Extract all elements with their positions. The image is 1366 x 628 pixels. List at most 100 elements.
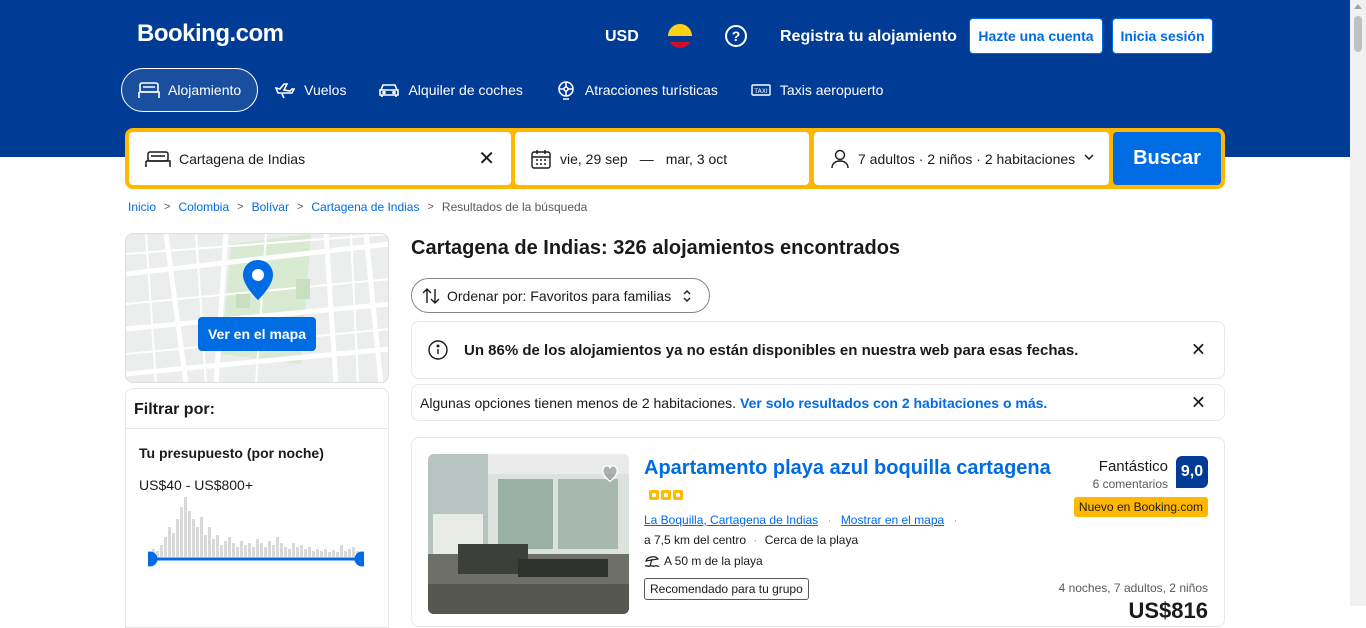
property-card: Apartamento playa azul boquilla cartagen… [411, 437, 1225, 627]
checkin-date: vie, 29 sep [560, 150, 628, 167]
plane-icon [274, 83, 296, 99]
breadcrumb: Inicio > Colombia > Bolívar > Cartagena … [128, 200, 587, 214]
close-icon[interactable]: ✕ [1191, 392, 1206, 413]
stay-details: 4 noches, 7 adultos, 2 niños [1058, 581, 1208, 595]
beach-distance-text: A 50 m de la playa [664, 554, 763, 568]
nav-item-attractions[interactable]: Atracciones turísticas [539, 68, 734, 112]
beach-icon [644, 556, 660, 567]
slider-max-handle[interactable] [354, 551, 365, 567]
currency-selector[interactable]: USD [605, 28, 639, 46]
favorite-heart-icon[interactable] [599, 462, 621, 484]
guests-value: 7 adultos · 2 niños · 2 habitaciones [858, 150, 1076, 167]
price-histogram [148, 497, 359, 557]
page-scrollbar[interactable] [1350, 0, 1366, 606]
review-score-badge[interactable]: 9,0 [1176, 456, 1208, 488]
review-count[interactable]: 6 comentarios [1093, 477, 1168, 491]
booking-logo[interactable]: Booking.com [137, 20, 284, 48]
separator-dot: · [827, 513, 832, 527]
checkout-date: mar, 3 oct [665, 150, 728, 167]
chevron-right-icon: > [296, 201, 304, 213]
bed-icon [145, 150, 171, 167]
destination-value: Cartagena de Indias [179, 150, 306, 167]
svg-text:TAXI: TAXI [753, 88, 767, 95]
price-slider[interactable] [148, 551, 364, 567]
car-icon [379, 84, 400, 97]
register-property-link[interactable]: Registra tu alojamiento [780, 28, 957, 46]
location-link[interactable]: La Boquilla, Cartagena de Indias [644, 513, 818, 527]
help-icon[interactable]: ? [725, 25, 747, 47]
nav-item-airport-taxis[interactable]: TAXI Taxis aeropuerto [734, 68, 900, 112]
clear-destination-icon[interactable]: ✕ [478, 146, 495, 171]
nav-label-flights: Vuelos [304, 82, 347, 98]
new-on-booking-badge: Nuevo en Booking.com [1073, 497, 1208, 517]
nav-label-attractions: Atracciones turísticas [584, 82, 718, 98]
map-pin-icon [243, 260, 273, 300]
star-icon [649, 490, 659, 500]
chevron-right-icon: > [427, 201, 434, 213]
separator-dot: · [753, 533, 758, 547]
rooms-notice: Algunas opciones tienen menos de 2 habit… [411, 384, 1225, 421]
sort-icon [422, 287, 440, 304]
recommended-badge: Recomendado para tu grupo [644, 578, 809, 600]
map-background [126, 234, 388, 382]
chevron-right-icon: > [164, 201, 171, 213]
beach-near: Cerca de la playa [764, 533, 859, 547]
taxi-icon: TAXI [751, 84, 771, 96]
property-image[interactable] [428, 454, 629, 614]
nav-item-car-rental[interactable]: Alquiler de coches [362, 68, 538, 112]
results-title: Cartagena de Indias: 326 alojamientos en… [411, 237, 901, 259]
star-icon [673, 490, 683, 500]
date-field[interactable]: vie, 29 sep — mar, 3 oct [515, 132, 809, 185]
separator-dot: · [953, 513, 958, 527]
nav-item-flights[interactable]: Vuelos [258, 68, 362, 112]
signin-button[interactable]: Inicia sesión [1112, 18, 1213, 54]
nav-item-stays[interactable]: Alojamiento [121, 68, 259, 112]
availability-banner: Un 86% de los alojamientos ya no están d… [411, 321, 1225, 379]
person-icon [831, 149, 849, 168]
show-on-map-link[interactable]: Mostrar en el mapa [841, 513, 944, 527]
property-location: La Boquilla, Cartagena de Indias · Mostr… [644, 513, 964, 527]
breadcrumb-region[interactable]: Bolívar [252, 200, 289, 214]
star-rating [649, 490, 683, 500]
scroll-up-arrow-icon[interactable] [1354, 4, 1362, 9]
chevron-right-icon: > [237, 201, 244, 213]
availability-text: Un 86% de los alojamientos ya no están d… [464, 341, 1079, 359]
attractions-icon [558, 81, 574, 100]
sort-label: Ordenar por: Favoritos para familias [447, 287, 672, 304]
nav-label-car-rental: Alquiler de coches [408, 82, 523, 98]
guests-field[interactable]: 7 adultos · 2 niños · 2 habitaciones [814, 132, 1109, 185]
chevron-down-icon [1083, 150, 1095, 166]
colombia-flag-icon[interactable] [668, 24, 692, 48]
review-score-word: Fantástico [1098, 458, 1168, 475]
breadcrumb-home[interactable]: Inicio [128, 200, 156, 214]
scrollbar-thumb[interactable] [1354, 16, 1362, 52]
budget-range: US$40 - US$800+ [139, 477, 254, 493]
date-separator: — [639, 150, 654, 167]
search-bar: Cartagena de Indias ✕ vie, 29 sep — mar,… [125, 128, 1225, 189]
show-on-map-button[interactable]: Ver en el mapa [198, 317, 316, 351]
distance-info: a 7,5 km del centro · Cerca de la playa [644, 533, 858, 547]
breadcrumb-country[interactable]: Colombia [178, 200, 229, 214]
property-title[interactable]: Apartamento playa azul boquilla cartagen… [644, 457, 1051, 480]
breadcrumb-city[interactable]: Cartagena de Indias [311, 200, 419, 214]
nav-label-stays: Alojamiento [168, 82, 242, 98]
nav-label-airport-taxis: Taxis aeropuerto [779, 82, 884, 98]
budget-title: Tu presupuesto (por noche) [139, 445, 324, 461]
map-preview[interactable]: Ver en el mapa [125, 233, 389, 383]
search-button[interactable]: Buscar [1113, 132, 1221, 185]
rooms-notice-text: Algunas opciones tienen menos de 2 habit… [420, 394, 736, 411]
breadcrumb-current: Resultados de la búsqueda [441, 200, 588, 214]
signup-button[interactable]: Hazte una cuenta [969, 18, 1103, 54]
calendar-icon [531, 149, 551, 169]
filter-title: Filtrar por: [126, 389, 388, 429]
beach-distance: A 50 m de la playa [644, 554, 763, 568]
filter-rooms-link[interactable]: Ver solo resultados con 2 habitaciones o… [740, 395, 1047, 411]
close-icon[interactable]: ✕ [1191, 340, 1206, 361]
star-icon [661, 490, 671, 500]
bed-icon [138, 82, 160, 98]
property-price: US$816 [1128, 598, 1208, 623]
info-icon [428, 340, 448, 360]
sort-dropdown[interactable]: Ordenar por: Favoritos para familias [411, 278, 710, 313]
destination-field[interactable]: Cartagena de Indias ✕ [129, 132, 511, 185]
slider-min-handle[interactable] [148, 551, 158, 567]
